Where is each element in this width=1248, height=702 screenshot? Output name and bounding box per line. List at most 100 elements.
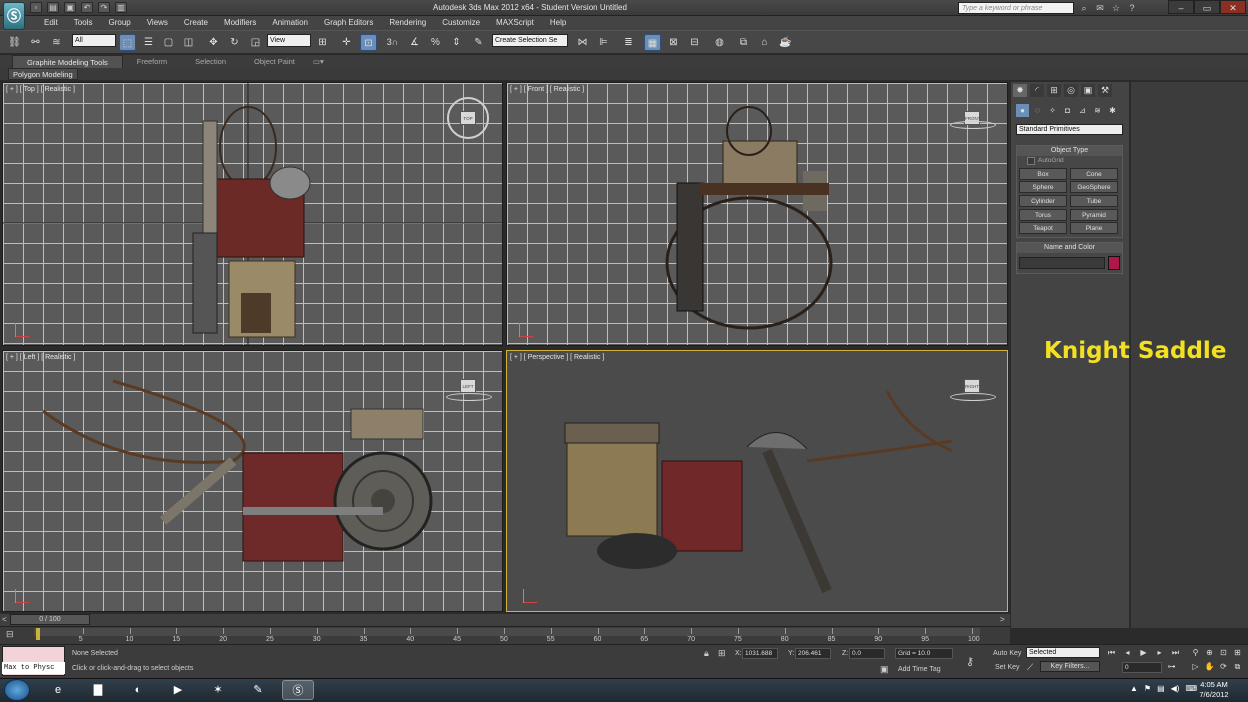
- create-tab-icon[interactable]: ✸: [1013, 84, 1027, 97]
- select-manipulate-icon[interactable]: ✛: [338, 34, 355, 51]
- render-production-icon[interactable]: ☕: [777, 34, 794, 51]
- new-file-icon[interactable]: ▫: [30, 2, 42, 13]
- lights-icon[interactable]: ✧: [1046, 104, 1059, 117]
- tab-freeform[interactable]: Freeform: [123, 55, 181, 68]
- menu-views[interactable]: Views: [139, 16, 176, 30]
- select-object-icon[interactable]: ⬚: [119, 34, 136, 51]
- curve-editor-icon[interactable]: ⊠: [665, 34, 682, 51]
- mirror-icon[interactable]: ⋈: [574, 34, 591, 51]
- minimize-button[interactable]: –: [1168, 0, 1194, 14]
- time-slider-thumb[interactable]: 0 / 100: [10, 614, 90, 625]
- sphere-button[interactable]: Sphere: [1019, 181, 1067, 193]
- file-explorer-icon[interactable]: ▇: [82, 680, 114, 700]
- space-warps-icon[interactable]: ≋: [1091, 104, 1104, 117]
- 3ds-max-task-icon[interactable]: Ⓢ: [282, 680, 314, 700]
- maximize-viewport-icon[interactable]: ⧉: [1232, 662, 1243, 672]
- viewport-label[interactable]: [ + ] [ Perspective ] [ Realistic ]: [510, 354, 604, 361]
- scale-icon[interactable]: ◲: [247, 34, 264, 51]
- lock-selection-icon[interactable]: 🔒︎: [704, 648, 709, 659]
- time-tag-icon[interactable]: ▣: [880, 664, 889, 675]
- mini-curve-editor-icon[interactable]: ⊟: [6, 629, 14, 640]
- autogrid-checkbox[interactable]: [1027, 157, 1035, 165]
- menu-graph-editors[interactable]: Graph Editors: [316, 16, 381, 30]
- zoom-icon[interactable]: ⚲: [1190, 648, 1201, 658]
- key-mode-dropdown[interactable]: Selected: [1026, 647, 1100, 658]
- helpers-icon[interactable]: ⊿: [1076, 104, 1089, 117]
- time-slider[interactable]: [0, 614, 1010, 626]
- internet-explorer-icon[interactable]: e: [42, 680, 74, 700]
- snaps-toggle-icon[interactable]: 3∩: [384, 34, 401, 51]
- menu-maxscript[interactable]: MAXScript: [488, 16, 542, 30]
- tab-polygon-modeling[interactable]: Polygon Modeling: [8, 68, 78, 80]
- show-hidden-icons-icon[interactable]: ▲: [1130, 684, 1138, 693]
- menu-rendering[interactable]: Rendering: [381, 16, 434, 30]
- viewcube[interactable]: LEFT: [460, 379, 476, 393]
- hierarchy-tab-icon[interactable]: ⊞: [1047, 84, 1061, 97]
- menu-customize[interactable]: Customize: [434, 16, 488, 30]
- tab-object-paint[interactable]: Object Paint: [240, 55, 309, 68]
- select-by-name-icon[interactable]: ☰: [140, 34, 157, 51]
- project-folder-icon[interactable]: ▥: [115, 2, 127, 13]
- action-center-flag-icon[interactable]: ⚑: [1144, 684, 1151, 693]
- open-file-icon[interactable]: ▤: [47, 2, 59, 13]
- absolute-mode-icon[interactable]: ⊞: [718, 648, 726, 659]
- key-tangent-icon[interactable]: ⟋: [1027, 662, 1033, 673]
- key-mode-toggle-icon[interactable]: ⊶: [1166, 662, 1177, 672]
- pan-icon[interactable]: ✋: [1204, 662, 1215, 672]
- paint-app-icon[interactable]: ✎: [242, 680, 274, 700]
- rollout-title[interactable]: Name and Color: [1017, 243, 1122, 253]
- window-crossing-icon[interactable]: ◫: [180, 34, 197, 51]
- rendered-frame-window-icon[interactable]: ⌂: [756, 34, 773, 51]
- layer-manager-icon[interactable]: ≣: [620, 34, 637, 51]
- save-file-icon[interactable]: ▣: [64, 2, 76, 13]
- viewport-front[interactable]: [ + ] [ Front ] [ Realistic ] FRONT: [506, 82, 1008, 346]
- media-player-icon[interactable]: ▶: [162, 680, 194, 700]
- cone-button[interactable]: Cone: [1070, 168, 1118, 180]
- rectangular-selection-icon[interactable]: ▢: [160, 34, 177, 51]
- unlink-icon[interactable]: ⚯: [27, 34, 44, 51]
- motion-tab-icon[interactable]: ◎: [1064, 84, 1078, 97]
- x-coordinate-field[interactable]: 1031.688: [742, 648, 778, 659]
- favorites-icon[interactable]: ☆: [1110, 2, 1122, 14]
- bind-space-warp-icon[interactable]: ≋: [48, 34, 65, 51]
- start-button[interactable]: [4, 679, 30, 701]
- reference-coordinate-dropdown[interactable]: View: [267, 34, 311, 47]
- schematic-view-icon[interactable]: ⊟: [686, 34, 703, 51]
- menu-group[interactable]: Group: [100, 16, 138, 30]
- viewport-label[interactable]: [ + ] [ Top ] [ Realistic ]: [6, 86, 75, 93]
- edit-named-selection-icon[interactable]: ✎: [470, 34, 487, 51]
- maximize-button[interactable]: ▭: [1194, 0, 1220, 14]
- viewport-label[interactable]: [ + ] [ Front ] [ Realistic ]: [510, 86, 584, 93]
- display-tab-icon[interactable]: ▣: [1081, 84, 1095, 97]
- viewport-perspective[interactable]: [ + ] [ Perspective ] [ Realistic ] RIGH…: [506, 350, 1008, 612]
- percent-snap-icon[interactable]: %: [427, 34, 444, 51]
- key-filters-button[interactable]: Key Filters...: [1040, 661, 1100, 672]
- viewport-top[interactable]: [ + ] [ Top ] [ Realistic ] TOP: [2, 82, 503, 346]
- orbit-icon[interactable]: ⟳: [1218, 662, 1229, 672]
- tab-graphite-modeling-tools[interactable]: Graphite Modeling Tools: [12, 55, 123, 68]
- ribbon-options-icon[interactable]: ▭▾: [309, 55, 328, 68]
- selection-filter-dropdown[interactable]: All: [72, 34, 116, 47]
- cylinder-button[interactable]: Cylinder: [1019, 195, 1067, 207]
- tab-selection[interactable]: Selection: [181, 55, 240, 68]
- keyboard-shortcut-override-icon[interactable]: ⊡: [360, 34, 377, 51]
- time-slider-prev-icon[interactable]: <: [2, 615, 7, 624]
- maxscript-mini-listener-input[interactable]: Max to Physc: [2, 662, 65, 674]
- redo-icon[interactable]: ↷: [98, 2, 110, 13]
- modify-tab-icon[interactable]: ◜: [1030, 84, 1044, 97]
- align-icon[interactable]: ⊫: [595, 34, 612, 51]
- infocenter-search-input[interactable]: Type a keyword or phrase: [958, 2, 1074, 14]
- object-name-input[interactable]: [1019, 257, 1105, 269]
- search-icon[interactable]: ⌕: [1078, 2, 1090, 14]
- plane-button[interactable]: Plane: [1070, 222, 1118, 234]
- viewcube[interactable]: TOP: [460, 111, 476, 125]
- graphite-modeling-tools-icon[interactable]: ▦: [644, 34, 661, 51]
- viewcube-ring[interactable]: [950, 121, 996, 129]
- rollout-title[interactable]: Object Type: [1017, 146, 1122, 156]
- game-app-icon[interactable]: ✶: [202, 680, 234, 700]
- time-slider-next-icon[interactable]: >: [1000, 615, 1005, 624]
- go-to-end-icon[interactable]: ⏭: [1170, 648, 1181, 658]
- taskbar-clock[interactable]: 4:05 AM 7/6/2012: [1190, 680, 1238, 700]
- previous-frame-icon[interactable]: ◂: [1122, 648, 1133, 658]
- media-center-icon[interactable]: ◐: [122, 680, 154, 700]
